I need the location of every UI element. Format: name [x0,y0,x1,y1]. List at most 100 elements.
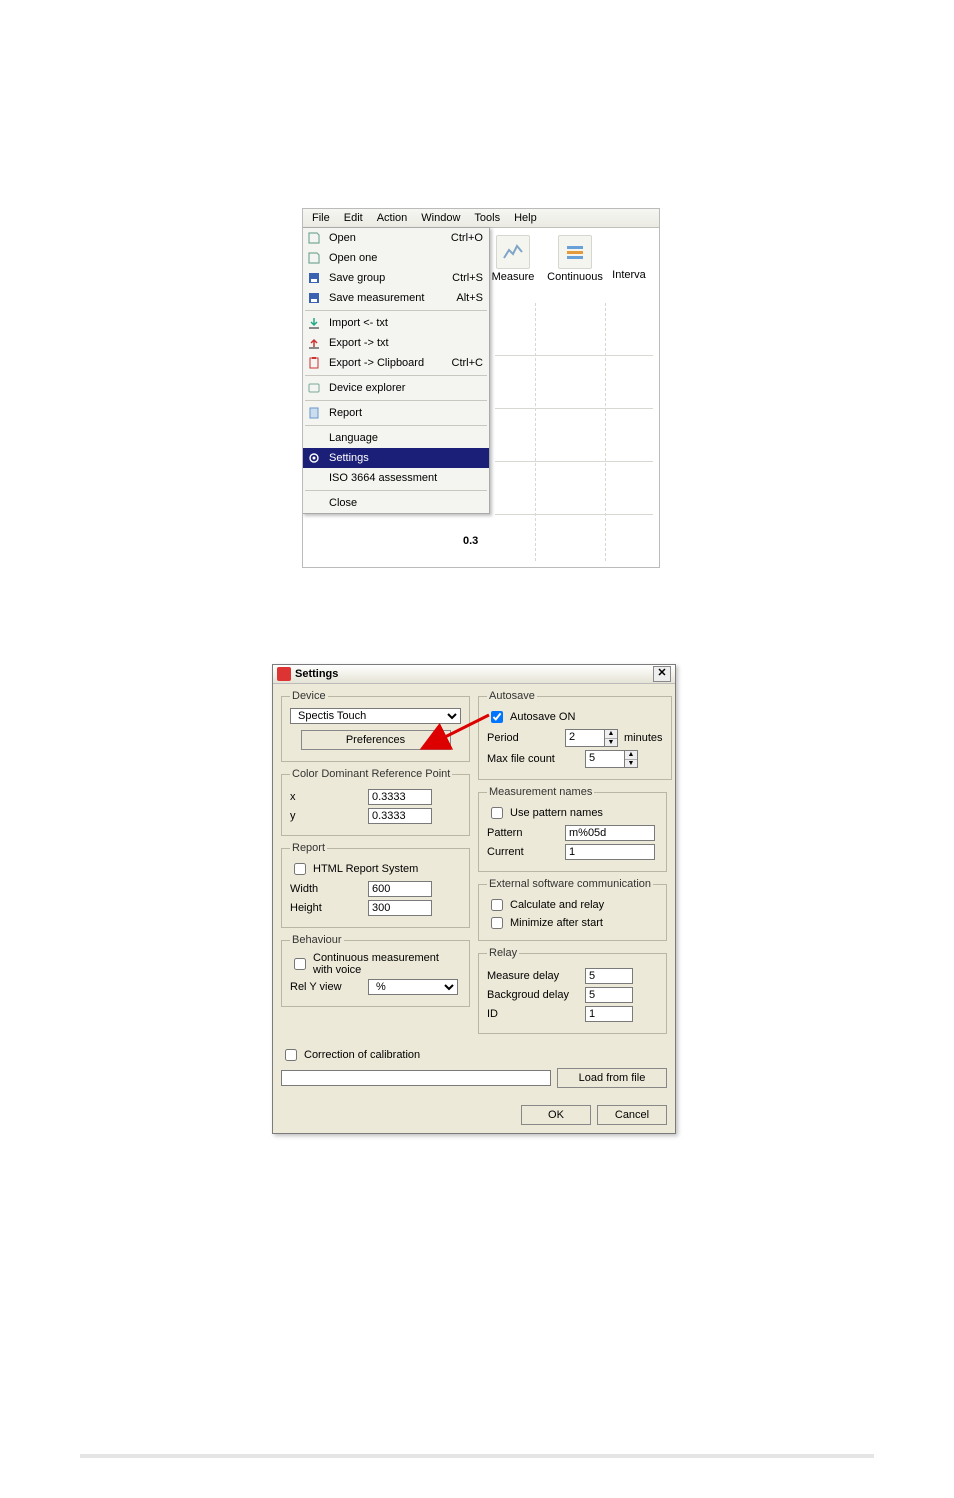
cdrp-x-label: x [290,791,362,803]
save-icon [305,290,323,306]
measure-delay-input[interactable] [585,968,633,984]
import-icon [305,315,323,331]
file-open-one[interactable]: Open one [303,248,489,268]
relay-id-input[interactable] [585,1006,633,1022]
relay-legend: Relay [487,947,519,959]
file-iso-assessment[interactable]: ISO 3664 assessment [303,468,489,488]
cdrp-legend: Color Dominant Reference Point [290,768,452,780]
device-select[interactable]: Spectis Touch [290,708,461,724]
file-import-txt[interactable]: Import <- txt [303,313,489,333]
file-export-clipboard[interactable]: Export -> Clipboard Ctrl+C [303,353,489,373]
cdrp-y-input[interactable] [368,808,432,824]
behaviour-group: Behaviour Continuous measurement with vo… [281,934,470,1007]
report-icon [305,405,323,421]
file-export-txt[interactable]: Export -> txt [303,333,489,353]
autosave-group: Autosave Autosave ON Period ▲▼ minutes M… [478,690,672,780]
use-pattern-checkbox[interactable]: Use pattern names [487,804,603,822]
preferences-button[interactable]: Preferences [301,730,451,750]
report-height-label: Height [290,902,362,914]
chart-icon [496,235,530,269]
clipboard-icon [305,355,323,371]
settings-dialog: Settings ✕ Device Spectis Touch Preferen… [272,664,676,1134]
file-language[interactable]: Language [303,428,489,448]
load-from-file-button[interactable]: Load from file [557,1068,667,1088]
dialog-title: Settings [295,668,338,680]
spin-up-icon[interactable]: ▲ [625,751,637,760]
bg-delay-label: Backgroud delay [487,989,579,1001]
report-width-input[interactable] [368,881,432,897]
continuous-button[interactable]: Continuous [547,235,603,283]
correction-path-input[interactable] [281,1070,551,1086]
measurement-names-group: Measurement names Use pattern names Patt… [478,786,667,872]
extcom-legend: External software communication [487,878,653,890]
pattern-label: Pattern [487,827,559,839]
measure-button[interactable]: Measure [485,235,541,283]
continuous-label: Continuous [547,271,603,283]
spin-up-icon[interactable]: ▲ [605,730,617,739]
cancel-button[interactable]: Cancel [597,1105,667,1125]
close-button[interactable]: ✕ [653,666,671,682]
title-bar: Settings ✕ [273,665,675,684]
continuous-voice-checkbox[interactable]: Continuous measurement with voice [290,952,461,976]
ok-button[interactable]: OK [521,1105,591,1125]
current-input[interactable] [565,844,655,860]
autosave-max-spinner[interactable]: ▲▼ [585,750,638,768]
menu-tools[interactable]: Tools [467,210,507,226]
device-icon [305,380,323,396]
toolbar: Measure Continuous Interva [481,231,659,283]
chart-area: 0.3 [495,303,659,567]
file-settings[interactable]: Settings [303,448,489,468]
menu-help[interactable]: Help [507,210,544,226]
minimize-checkbox[interactable]: Minimize after start [487,914,603,932]
blank-icon [305,470,323,486]
gear-icon [305,450,323,466]
correction-checkbox[interactable]: Correction of calibration [281,1046,420,1064]
measure-label: Measure [492,271,535,283]
interval-button[interactable]: Interva [609,235,649,283]
menu-bar: File Edit Action Window Tools Help [303,209,659,228]
export-icon [305,335,323,351]
report-group: Report HTML Report System Width Height [281,842,470,928]
file-close[interactable]: Close [303,493,489,513]
app-icon [277,667,291,681]
calc-relay-checkbox[interactable]: Calculate and relay [487,896,604,914]
device-group: Device Spectis Touch Preferences [281,690,470,762]
main-app-window: File Edit Action Window Tools Help Measu… [302,208,660,568]
relay-id-label: ID [487,1008,579,1020]
autosave-on-checkbox[interactable]: Autosave ON [487,708,575,726]
file-report[interactable]: Report [303,403,489,423]
menu-edit[interactable]: Edit [337,210,370,226]
autosave-period-spinner[interactable]: ▲▼ [565,729,618,747]
blank-icon [305,495,323,511]
menu-file[interactable]: File [305,210,337,226]
relay-group: Relay Measure delay Backgroud delay ID [478,947,667,1034]
y-tick: 0.3 [463,535,478,547]
device-legend: Device [290,690,328,702]
current-label: Current [487,846,559,858]
file-open[interactable]: Open Ctrl+O [303,228,489,248]
autosave-period-unit: minutes [624,732,663,744]
menu-action[interactable]: Action [370,210,415,226]
report-height-input[interactable] [368,900,432,916]
rely-select[interactable]: % [368,979,458,995]
stacked-chart-icon [558,235,592,269]
document-icon [305,250,323,266]
cdrp-x-input[interactable] [368,789,432,805]
spin-down-icon[interactable]: ▼ [625,760,637,768]
report-legend: Report [290,842,327,854]
autosave-legend: Autosave [487,690,537,702]
file-device-explorer[interactable]: Device explorer [303,378,489,398]
file-save-measurement[interactable]: Save measurement Alt+S [303,288,489,308]
html-report-checkbox[interactable]: HTML Report System [290,860,418,878]
menu-window[interactable]: Window [414,210,467,226]
page-divider [80,1454,874,1458]
pattern-input[interactable] [565,825,655,841]
bg-delay-input[interactable] [585,987,633,1003]
meas-names-legend: Measurement names [487,786,594,798]
document-icon [305,230,323,246]
autosave-period-label: Period [487,732,559,744]
rely-label: Rel Y view [290,981,362,993]
file-save-group[interactable]: Save group Ctrl+S [303,268,489,288]
file-menu-dropdown: Open Ctrl+O Open one Save group Ctrl+S [302,227,490,514]
spin-down-icon[interactable]: ▼ [605,739,617,747]
